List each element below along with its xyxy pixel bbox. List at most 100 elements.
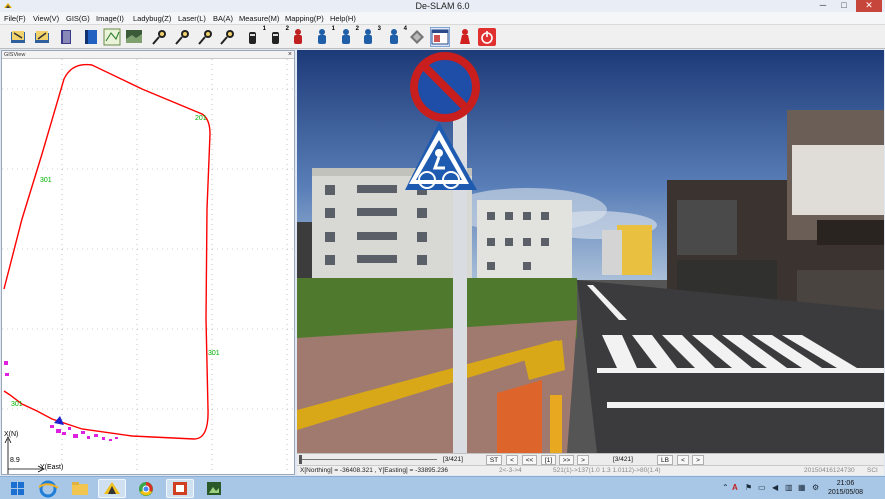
power-icon[interactable] [477,27,497,47]
gis-close-button[interactable]: × [288,50,292,59]
title-bar: De-SLAM 6.0 ─ □ ✕ [0,0,885,12]
gis-label-201: 201 [195,115,207,122]
gis-label-301-a: 301 [40,177,52,184]
figure-1-index: 1 [331,26,335,32]
prev-button[interactable]: < [506,455,518,465]
lb-button[interactable]: LB [657,455,673,465]
media-icon[interactable] [200,479,228,498]
window-title: De-SLAM 6.0 [415,1,470,11]
book-blue-icon[interactable] [81,27,101,47]
office-taskbar-button[interactable] [166,479,194,498]
minimize-button[interactable]: ─ [813,0,833,12]
status-match-info: 521(1)->137(1.0 1.3 1.0112)->80(1.4) [553,467,661,474]
red-figure-icon[interactable] [288,27,308,47]
probe-4-icon[interactable] [218,27,238,47]
camera-2-button[interactable]: 2 [266,26,289,47]
menu-laser[interactable]: Laser(L) [178,13,206,24]
gis-axes [4,436,45,477]
figure-2-button[interactable]: 2 [336,26,359,47]
prev-fast-button[interactable]: << [522,455,537,465]
tray-display-icon[interactable]: ▭ [758,483,766,492]
tray-up-icon[interactable]: ⌃ [722,483,729,492]
red-person-icon[interactable] [455,27,475,47]
open-project-icon[interactable] [8,27,28,47]
deslam-taskbar-button[interactable] [98,479,126,498]
menu-bar: File(F) View(V) GIS(G) Image(I) Ladybug(… [0,12,885,25]
street-view-image[interactable] [297,50,884,453]
coordinate-readout: X[Northing] = -36408.321 , Y[Easting] = … [300,467,449,474]
gis-label-301-c: 301 [11,401,23,408]
gps-track-path [3,63,211,440]
camera-1-icon [249,32,256,44]
scale-label: 8.9 [10,457,20,464]
close-button[interactable]: ✕ [856,0,882,12]
status-date: 20150416124730 [804,467,855,474]
left-frame-counter: [3/421] [443,456,463,463]
clock-time: 21:06 [836,480,855,487]
tray-lang-indicator[interactable]: A [732,483,738,492]
frame-slider-track[interactable] [302,459,437,460]
camera-2-icon [272,32,279,44]
st-button[interactable]: ST [486,455,502,465]
probe-2-icon[interactable] [173,27,193,47]
ie-icon[interactable] [34,479,62,498]
deslam-icon [104,482,120,494]
menu-image[interactable]: Image(I) [96,13,124,24]
chrome-icon[interactable] [132,479,160,498]
viewer-control-bar: [3/421] ST < << [1] >> > [3/421] LB < > [297,453,884,465]
menu-gis[interactable]: GIS(G) [66,13,90,24]
right-frame-counter: [3/421] [613,456,633,463]
probe-icon[interactable] [150,27,170,47]
window-view-button[interactable] [430,27,450,47]
blue-figure-2-icon [342,29,350,44]
menu-ladybug[interactable]: Ladybug(Z) [133,13,171,24]
menu-help[interactable]: Help(H) [330,13,356,24]
street-photo [297,50,884,453]
maximize-button[interactable]: □ [834,0,854,12]
prev-2-button[interactable]: < [677,455,689,465]
image-view-icon[interactable] [124,27,144,47]
blue-figure-4-icon [390,29,398,44]
tray-flag-icon[interactable]: ⚑ [745,483,752,492]
windows-taskbar: ⌃ A ⚑ ▭ ◀ ▥ ▦ ⚙ 21:06 2015/05/08 [0,476,885,499]
tray-network-icon[interactable]: ▥ [785,483,793,492]
taskbar-clock[interactable]: 21:06 2015/05/08 [828,479,863,497]
status-bar: X[Northing] = -36408.321 , Y[Easting] = … [297,465,884,475]
start-icon[interactable] [4,479,32,498]
window-view-icon [431,29,449,45]
menu-ba[interactable]: BA(A) [213,13,233,24]
figure-3-button[interactable]: 3 [358,26,381,47]
status-tag: SCI [867,467,878,474]
menu-mapping[interactable]: Mapping(P) [285,13,324,24]
blue-figure-3-icon [364,29,372,44]
gis-label-301-b: 301 [208,350,220,357]
menu-measure[interactable]: Measure(M) [239,13,279,24]
gis-map-canvas[interactable] [2,59,294,477]
menu-view[interactable]: View(V) [33,13,59,24]
diamond-icon[interactable] [407,27,427,47]
next-button[interactable]: > [577,455,589,465]
frame-number-button[interactable]: [1] [541,455,556,465]
app-window: De-SLAM 6.0 ─ □ ✕ File(F) View(V) GIS(G)… [0,0,885,499]
frame-slider-thumb[interactable] [299,455,302,464]
figure-1-button[interactable]: 1 [312,26,335,47]
camera-1-button[interactable]: 1 [243,26,266,47]
gis-map[interactable]: 301 201 301 301 X(N) Y(East) 8.9 [2,59,294,477]
tray-keyboard-icon[interactable]: ▦ [798,483,806,492]
gis-view-title: GISView [4,52,26,58]
next-2-button[interactable]: > [692,455,704,465]
blue-figure-1-icon [318,29,326,44]
open-folder-icon[interactable] [32,27,52,47]
gis-view-header: GISView × [2,51,294,59]
map-grid-icon[interactable] [102,27,122,47]
book-icon[interactable] [56,27,76,47]
tray-volume-icon[interactable]: ◀ [772,483,778,492]
axis-north-label: X(N) [4,431,19,438]
next-fast-button[interactable]: >> [559,455,574,465]
probe-3-icon[interactable] [196,27,216,47]
menu-file[interactable]: File(F) [4,13,26,24]
tray-ime-icon[interactable]: ⚙ [812,483,819,492]
figure-4-button[interactable]: 4 [384,26,407,47]
toolbar: 1 2 1 2 3 4 [0,25,885,49]
explorer-icon[interactable] [66,479,94,498]
